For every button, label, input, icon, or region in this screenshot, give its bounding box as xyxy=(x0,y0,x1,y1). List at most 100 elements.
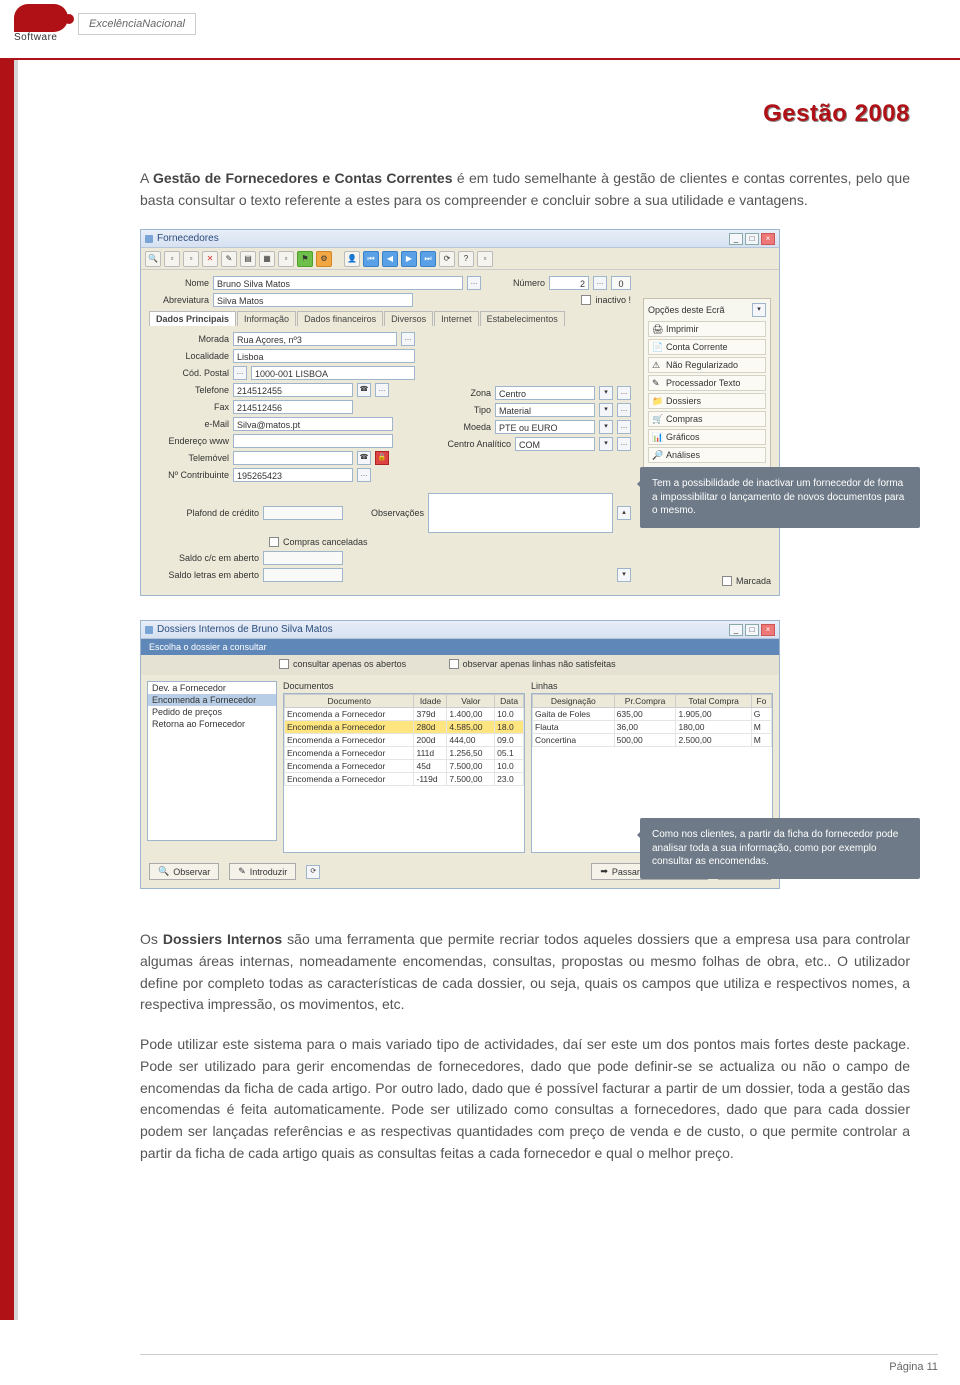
user-icon[interactable]: 👤 xyxy=(344,251,360,267)
tab-diversos[interactable]: Diversos xyxy=(384,311,433,326)
table-row[interactable]: Encomenda a Fornecedor111d1.256,5005.1 xyxy=(285,747,524,760)
btn-nif[interactable]: … xyxy=(357,468,371,482)
chk-inactivo[interactable] xyxy=(581,295,591,305)
tab-informacao[interactable]: Informação xyxy=(237,311,296,326)
fld-email[interactable]: Silva@matos.pt xyxy=(233,417,393,431)
btn-moeda[interactable]: … xyxy=(617,420,631,434)
fld-fax[interactable]: 214512456 xyxy=(233,400,353,414)
list-item[interactable]: Pedido de preços xyxy=(148,706,276,718)
obs-scroll-down[interactable]: ▾ xyxy=(617,568,631,582)
minimize-button[interactable]: _ xyxy=(729,233,743,245)
close-button[interactable]: × xyxy=(761,624,775,636)
search-icon[interactable]: 🔍 xyxy=(145,251,161,267)
fld-zona[interactable]: Centro xyxy=(495,386,595,400)
btn-cp[interactable]: … xyxy=(233,366,247,380)
tool-icon[interactable]: ⚙ xyxy=(316,251,332,267)
fld-obs[interactable] xyxy=(428,493,613,533)
grid-documentos[interactable]: DocumentoIdadeValorDataEncomenda a Forne… xyxy=(283,693,525,853)
table-row[interactable]: Encomenda a Fornecedor-119d7.500,0023.0 xyxy=(285,773,524,786)
btn-numero[interactable]: … xyxy=(593,276,607,290)
maximize-button[interactable]: □ xyxy=(745,233,759,245)
tab-financeiros[interactable]: Dados financeiros xyxy=(297,311,383,326)
side-graficos[interactable]: 📊Gráficos xyxy=(648,429,766,445)
btn-nome[interactable]: … xyxy=(467,276,481,290)
col-header[interactable]: Pr.Compra xyxy=(614,695,676,708)
fld-plafond[interactable] xyxy=(263,506,343,520)
help-icon[interactable]: ? xyxy=(458,251,474,267)
btn-introduzir[interactable]: ✎ Introduzir xyxy=(229,863,296,880)
tab-estab[interactable]: Estabelecimentos xyxy=(480,311,565,326)
dd-moeda[interactable]: ▾ xyxy=(599,420,613,434)
dd-zona[interactable]: ▾ xyxy=(599,386,613,400)
open-icon[interactable]: ▫ xyxy=(183,251,199,267)
obs-scroll-up[interactable]: ▴ xyxy=(617,506,631,520)
side-compras[interactable]: 🛒Compras xyxy=(648,411,766,427)
btn-tmv-lock-icon[interactable]: 🔒 xyxy=(375,451,389,465)
nav-prev-icon[interactable]: ◀ xyxy=(382,251,398,267)
list-icon[interactable]: ▤ xyxy=(240,251,256,267)
col-header[interactable]: Fo xyxy=(751,695,771,708)
list-item[interactable]: Dev. a Fornecedor xyxy=(148,682,276,694)
btn-tmv1[interactable]: ☎ xyxy=(357,451,371,465)
fld-morada[interactable]: Rua Açores, nº3 xyxy=(233,332,397,346)
chk-compras-canc[interactable] xyxy=(269,537,279,547)
col-header[interactable]: Designação xyxy=(533,695,615,708)
flag-icon[interactable]: ⚑ xyxy=(297,251,313,267)
fld-numero[interactable]: 2 xyxy=(549,276,589,290)
table-row[interactable]: Encomenda a Fornecedor200d444,0009.0 xyxy=(285,734,524,747)
fld-nome[interactable]: Bruno Silva Matos xyxy=(213,276,463,290)
new-icon[interactable]: ▫ xyxy=(164,251,180,267)
btn-observar[interactable]: 🔍 Observar xyxy=(149,863,219,880)
fld-local[interactable]: Lisboa xyxy=(233,349,415,363)
btn-zona[interactable]: … xyxy=(617,386,631,400)
doc-icon[interactable]: ▫ xyxy=(278,251,294,267)
maximize-button[interactable]: □ xyxy=(745,624,759,636)
fld-abrev[interactable]: Silva Matos xyxy=(213,293,413,307)
refresh-icon[interactable]: ⟳ xyxy=(439,251,455,267)
nav-first-icon[interactable]: ⏮ xyxy=(363,251,379,267)
dd-tipo[interactable]: ▾ xyxy=(599,403,613,417)
side-imprimir[interactable]: 🖨Imprimir xyxy=(648,321,766,337)
chk-marcada[interactable] xyxy=(722,576,732,586)
folder-icon[interactable]: ▫ xyxy=(477,251,493,267)
list-item[interactable]: Encomenda a Fornecedor xyxy=(148,694,276,706)
btn-centro[interactable]: … xyxy=(617,437,631,451)
table-row[interactable]: Encomenda a Fornecedor280d4.585,0018.0 xyxy=(285,721,524,734)
close-button[interactable]: × xyxy=(761,233,775,245)
fld-cp[interactable]: 1000-001 LISBOA xyxy=(251,366,415,380)
fld-moeda[interactable]: PTE ou EURO xyxy=(495,420,595,434)
side-proc-texto[interactable]: ✎Processador Texto xyxy=(648,375,766,391)
delete-icon[interactable]: ✕ xyxy=(202,251,218,267)
fld-tmv[interactable] xyxy=(233,451,353,465)
fld-tipo[interactable]: Material xyxy=(495,403,595,417)
nav-last-icon[interactable]: ⏭ xyxy=(420,251,436,267)
side-dossiers[interactable]: 📁Dossiers xyxy=(648,393,766,409)
table-row[interactable]: Gaita de Foles635,001.905,00G xyxy=(533,708,772,721)
btn-refresh[interactable]: ⟳ xyxy=(306,865,320,879)
btn-tipo[interactable]: … xyxy=(617,403,631,417)
side-nao-reg[interactable]: ⚠Não Regularizado xyxy=(648,357,766,373)
chart-icon[interactable]: ▦ xyxy=(259,251,275,267)
fld-centro[interactable]: COM xyxy=(515,437,595,451)
btn-tel2[interactable]: … xyxy=(375,383,389,397)
side-analises[interactable]: 🔎Análises xyxy=(648,447,766,463)
opcoes-dd[interactable]: ▾ xyxy=(752,303,766,317)
fld-www[interactable] xyxy=(233,434,393,448)
chk-abertos[interactable] xyxy=(279,659,289,669)
minimize-button[interactable]: _ xyxy=(729,624,743,636)
col-header[interactable]: Valor xyxy=(447,695,495,708)
dd-centro[interactable]: ▾ xyxy=(599,437,613,451)
tab-internet[interactable]: Internet xyxy=(434,311,479,326)
dossier-type-list[interactable]: Dev. a FornecedorEncomenda a FornecedorP… xyxy=(147,681,277,841)
col-header[interactable]: Data xyxy=(495,695,524,708)
btn-tel1[interactable]: ☎ xyxy=(357,383,371,397)
tab-dados-principais[interactable]: Dados Principais xyxy=(149,311,236,326)
table-row[interactable]: Concertina500,002.500,00M xyxy=(533,734,772,747)
fld-nif[interactable]: 195265423 xyxy=(233,468,353,482)
nav-next-icon[interactable]: ▶ xyxy=(401,251,417,267)
fld-tel[interactable]: 214512455 xyxy=(233,383,353,397)
btn-morada[interactable]: … xyxy=(401,332,415,346)
table-row[interactable]: Flauta36,00180,00M xyxy=(533,721,772,734)
chk-nao-sat[interactable] xyxy=(449,659,459,669)
edit-icon[interactable]: ✎ xyxy=(221,251,237,267)
